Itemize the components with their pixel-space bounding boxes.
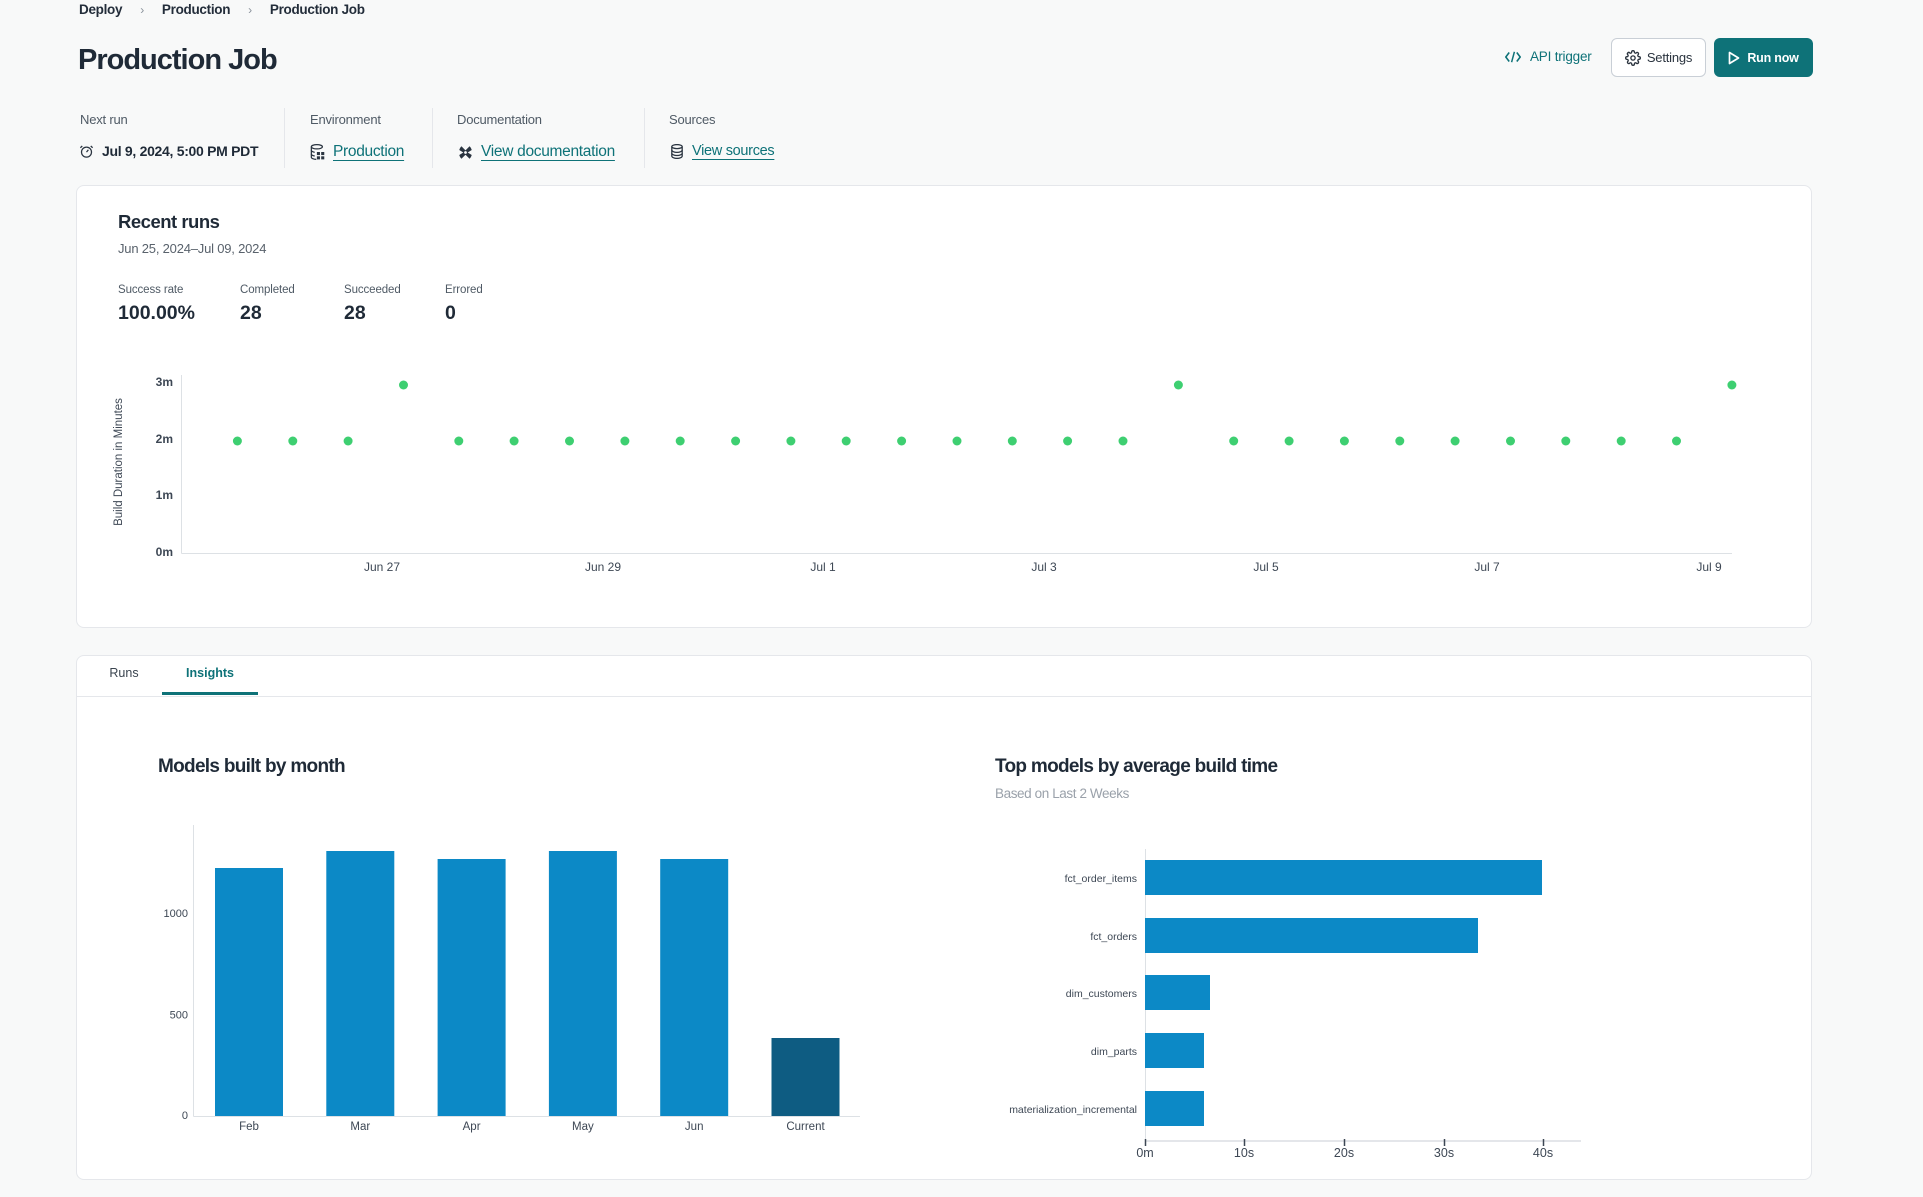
svg-text:Feb: Feb <box>239 1121 259 1133</box>
svg-text:Jun: Jun <box>685 1121 704 1133</box>
svg-text:Apr: Apr <box>463 1121 481 1133</box>
svg-text:40s: 40s <box>1533 1146 1553 1160</box>
svg-text:fct_order_items: fct_order_items <box>1065 873 1137 885</box>
svg-text:Current: Current <box>786 1121 825 1133</box>
svg-text:500: 500 <box>170 1010 188 1022</box>
svg-text:30s: 30s <box>1434 1146 1454 1160</box>
svg-text:Jun 27: Jun 27 <box>364 560 400 574</box>
svg-text:fct_orders: fct_orders <box>1090 931 1137 943</box>
svg-text:dim_customers: dim_customers <box>1066 988 1137 1000</box>
svg-text:20s: 20s <box>1334 1146 1354 1160</box>
svg-text:10s: 10s <box>1234 1146 1254 1160</box>
svg-text:2m: 2m <box>156 432 173 446</box>
svg-text:0: 0 <box>182 1110 188 1122</box>
svg-text:Mar: Mar <box>350 1121 370 1133</box>
svg-text:1m: 1m <box>156 488 173 502</box>
svg-text:0m: 0m <box>156 545 173 559</box>
svg-text:May: May <box>572 1121 594 1133</box>
svg-text:3m: 3m <box>156 375 173 389</box>
svg-text:Jun 29: Jun 29 <box>585 560 621 574</box>
svg-text:Jul 7: Jul 7 <box>1474 560 1500 574</box>
svg-text:Build Duration in Minutes: Build Duration in Minutes <box>113 398 125 526</box>
svg-text:1000: 1000 <box>164 908 188 920</box>
svg-text:Jul 3: Jul 3 <box>1031 560 1057 574</box>
svg-text:Jul 5: Jul 5 <box>1253 560 1279 574</box>
svg-text:materialization_incremental: materialization_incremental <box>1009 1104 1137 1116</box>
svg-text:dim_parts: dim_parts <box>1091 1046 1137 1058</box>
svg-text:Jul 1: Jul 1 <box>810 560 836 574</box>
svg-text:Jul 9: Jul 9 <box>1696 560 1722 574</box>
svg-text:0m: 0m <box>1136 1146 1153 1160</box>
